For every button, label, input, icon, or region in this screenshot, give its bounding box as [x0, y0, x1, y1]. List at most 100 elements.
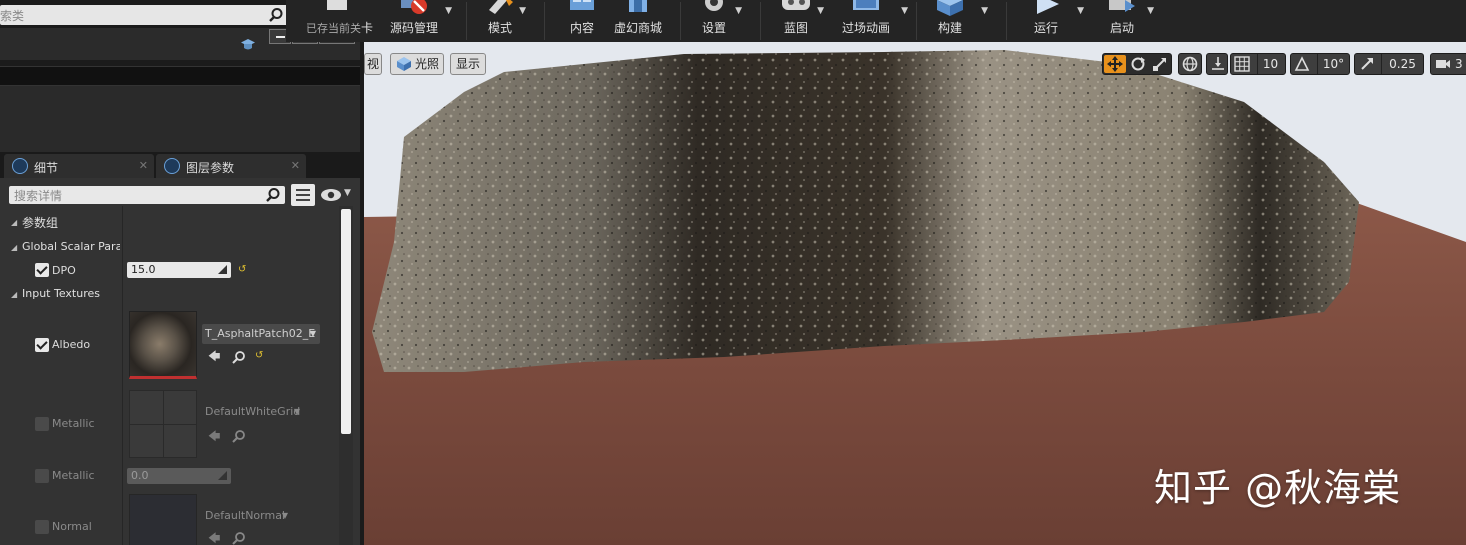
chevron-down-icon[interactable]: ▼ — [1147, 6, 1154, 16]
chevron-down-icon[interactable]: ▼ — [901, 6, 908, 16]
toolbar-settings[interactable]: 设置 ▼ — [694, 0, 742, 42]
albedo-texture-name: T_AsphaltPatch02_E — [205, 327, 316, 340]
group-input-textures[interactable]: Input Textures — [22, 287, 100, 300]
dpo-value: 15.0 — [131, 263, 156, 276]
toolbar-source-control-label: 源码管理 — [389, 21, 438, 35]
rotation-snap-value: 10° — [1317, 54, 1349, 74]
group-global-scalar[interactable]: Global Scalar Parar — [22, 240, 120, 253]
camera-speed-button[interactable]: 3 — [1430, 53, 1466, 75]
toolbar-build-label: 构建 — [937, 21, 962, 35]
level-viewport[interactable]: 视 光照 显示 10 10° 0.25 3 知乎 @秋海棠 — [364, 42, 1466, 545]
toolbar-marketplace[interactable]: 虚幻商城 — [608, 0, 668, 42]
chevron-down-icon[interactable]: ▼ — [735, 6, 742, 16]
expand-arrow-icon[interactable]: ◢ — [11, 218, 17, 227]
drag-grip-icon — [218, 265, 227, 274]
scale-snap-button[interactable]: 0.25 — [1354, 53, 1424, 75]
grid-icon — [1234, 56, 1250, 72]
browse-icon[interactable] — [232, 531, 246, 545]
normal-texture-combo[interactable]: DefaultNormal ▼ — [202, 506, 292, 526]
tab-layer-params[interactable]: 图层参数 ✕ — [156, 154, 306, 178]
viewport-lit-button[interactable]: 光照 — [390, 53, 444, 75]
tab-details[interactable]: 细节 ✕ — [4, 154, 154, 178]
scrollbar[interactable] — [341, 209, 351, 434]
lit-mode-icon — [397, 57, 411, 71]
normal-texture-thumbnail[interactable] — [129, 494, 197, 545]
world-local-button[interactable] — [1178, 53, 1202, 75]
viewport-lit-label: 光照 — [415, 57, 440, 71]
browse-icon[interactable] — [232, 350, 246, 364]
browse-icon[interactable] — [232, 429, 246, 443]
toolbar-play[interactable]: 运行 ▼ — [1026, 0, 1084, 42]
view-options-button[interactable] — [291, 184, 315, 206]
rotation-snap-button[interactable]: 10° — [1290, 53, 1350, 75]
normal-checkbox[interactable] — [35, 520, 49, 534]
surface-snap-button[interactable] — [1206, 53, 1228, 75]
surface-snap-icon — [1212, 57, 1224, 70]
panel-strip — [0, 66, 360, 86]
reset-icon[interactable]: ↺ — [255, 350, 263, 361]
chevron-down-icon[interactable]: ▼ — [1077, 6, 1084, 16]
chevron-down-icon[interactable]: ▼ — [519, 6, 526, 16]
search-icon[interactable] — [265, 187, 281, 203]
watermark: 知乎 @秋海棠 — [1154, 466, 1402, 510]
toolbar-modes-label: 模式 — [487, 21, 512, 35]
toolbar-blueprint[interactable]: 蓝图 ▼ — [776, 0, 824, 42]
toolbar-save-current[interactable]: 已存当前关卡 — [304, 0, 373, 42]
empty-panel-area — [0, 86, 360, 152]
use-selected-icon[interactable]: 🡄 — [208, 349, 222, 363]
metallic-value-field[interactable]: 0.0 — [127, 468, 231, 484]
tab-close-icon[interactable]: ✕ — [291, 159, 300, 172]
grid-snap-button[interactable]: 10 — [1230, 53, 1286, 75]
class-search-placeholder: 索类 — [0, 9, 25, 23]
toolbar-source-control[interactable]: 源码管理 ▼ — [384, 0, 452, 42]
albedo-texture-combo[interactable]: T_AsphaltPatch02_E ▼ — [202, 324, 320, 344]
metallic-texture-combo[interactable]: DefaultWhiteGrid ▼ — [202, 402, 304, 422]
metallic-texture-thumbnail[interactable] — [129, 390, 197, 458]
class-search-input[interactable]: 索类 — [0, 5, 288, 25]
details-search-input[interactable]: 搜索详情 — [9, 186, 285, 204]
albedo-checkbox[interactable] — [35, 338, 49, 352]
expand-arrow-icon[interactable]: ◢ — [11, 290, 17, 299]
toolbar-modes[interactable]: 模式 ▼ — [482, 0, 526, 42]
details-icon — [12, 158, 28, 174]
dpo-checkbox[interactable] — [35, 263, 49, 277]
toolbar-separator — [916, 2, 917, 40]
tab-layer-params-label: 图层参数 — [186, 161, 235, 175]
transform-tools — [1102, 53, 1172, 75]
chevron-down-icon[interactable]: ▼ — [981, 6, 988, 16]
content-icon — [570, 0, 594, 10]
search-icon[interactable] — [268, 7, 284, 23]
translate-tool-button[interactable] — [1104, 55, 1126, 73]
chevron-down-icon: ▼ — [281, 511, 288, 520]
albedo-texture-thumbnail[interactable] — [129, 311, 197, 379]
visibility-button[interactable]: ▼ — [320, 186, 354, 204]
metallic-texture-checkbox[interactable] — [35, 417, 49, 431]
toolbar-launch[interactable]: 启动 ▼ — [1102, 0, 1154, 42]
chevron-down-icon[interactable]: ▼ — [445, 6, 452, 16]
use-selected-icon[interactable]: 🡄 — [208, 429, 222, 443]
dpo-value-field[interactable]: 15.0 — [127, 262, 231, 278]
angle-icon — [1294, 56, 1310, 71]
metallic-scalar-checkbox[interactable] — [35, 469, 49, 483]
viewport-view-button[interactable]: 视 — [364, 53, 382, 75]
use-selected-icon[interactable]: 🡄 — [208, 531, 222, 545]
list-view-icon — [296, 189, 310, 201]
toolbar-cinematics[interactable]: 过场动画 ▼ — [838, 0, 908, 42]
metallic-texture-name: DefaultWhiteGrid — [205, 405, 301, 418]
tab-close-icon[interactable]: ✕ — [139, 159, 148, 172]
scale-icon[interactable] — [1152, 56, 1168, 72]
viewport-show-button[interactable]: 显示 — [450, 53, 486, 75]
graduation-cap-icon[interactable] — [240, 38, 256, 52]
normal-texture-name: DefaultNormal — [205, 509, 285, 522]
viewport-show-label: 显示 — [456, 57, 481, 71]
group-params[interactable]: 参数组 — [22, 214, 58, 231]
toolbar-build[interactable]: 构建 ▼ — [932, 0, 988, 42]
toolbar-content[interactable]: 内容 — [562, 0, 602, 42]
blueprint-icon — [782, 0, 810, 10]
expand-arrow-icon[interactable]: ◢ — [11, 243, 17, 252]
chevron-down-icon: ▼ — [309, 329, 316, 338]
toolbar-separator — [1006, 2, 1007, 40]
rotate-icon[interactable] — [1130, 56, 1146, 72]
chevron-down-icon[interactable]: ▼ — [817, 6, 824, 16]
reset-icon[interactable]: ↺ — [238, 264, 246, 275]
